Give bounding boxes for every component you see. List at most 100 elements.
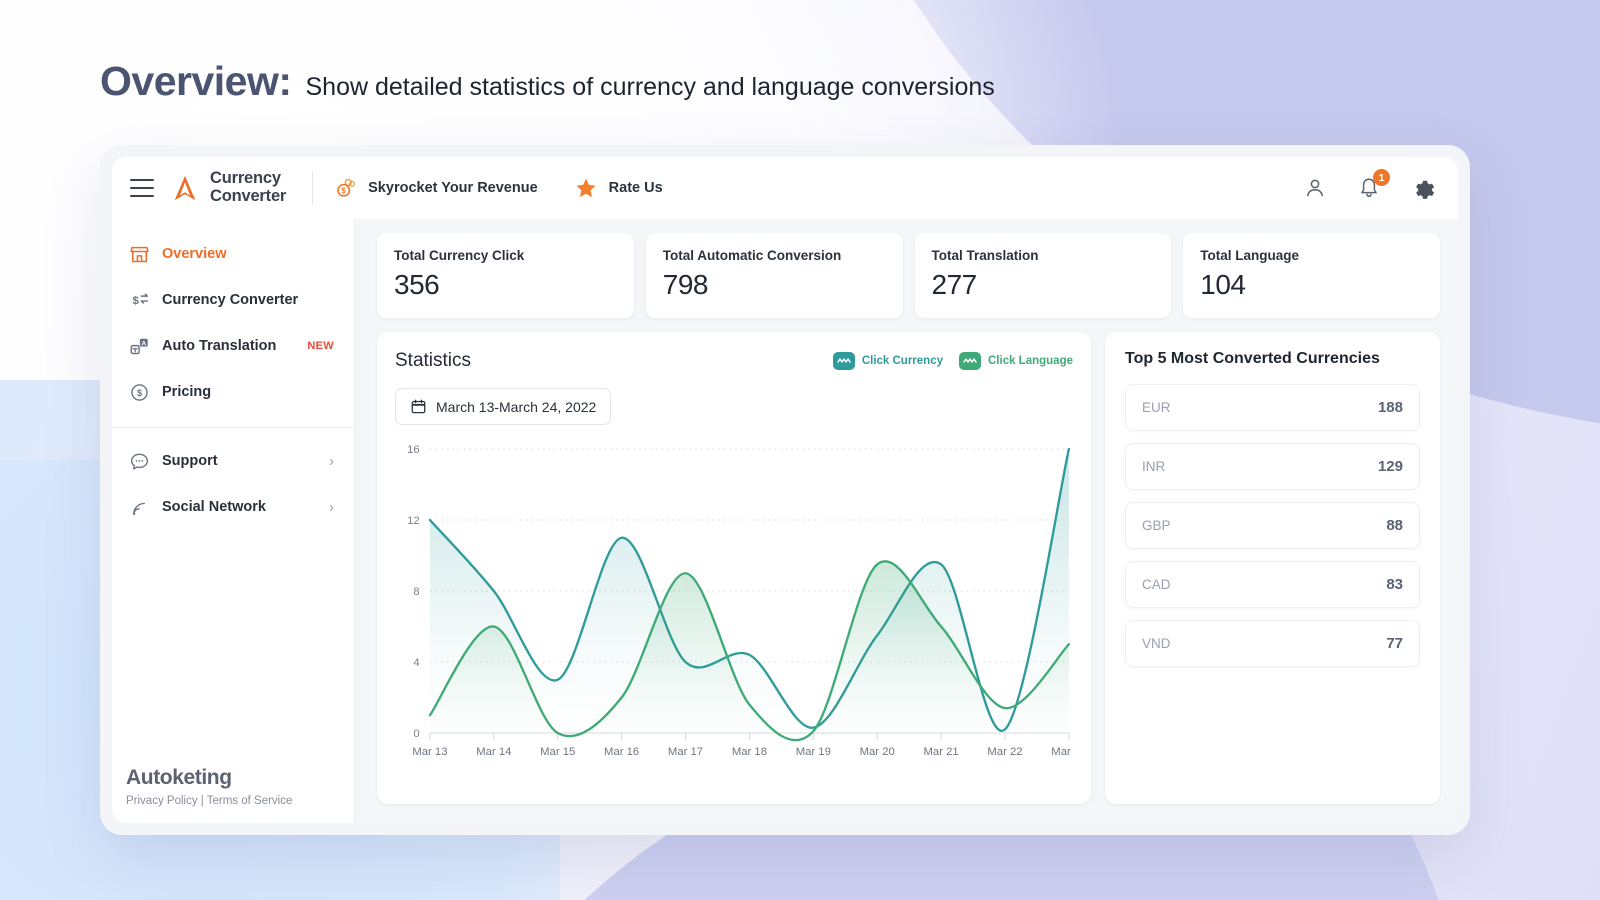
svg-text:$: $ (342, 187, 347, 196)
stat-card-total-language: Total Language 104 (1183, 233, 1440, 318)
currency-exchange-icon: $ (128, 289, 150, 311)
sidebar-item-overview[interactable]: Overview (112, 231, 354, 277)
stat-card-total-translation: Total Translation 277 (915, 233, 1172, 318)
panel-row: Statistics Click Currency (377, 332, 1440, 804)
hero-heading: Overview: Show detailed statistics of cu… (100, 58, 995, 105)
brand-logo[interactable]: Currency Converter (170, 170, 286, 206)
currency-row[interactable]: GBP88 (1125, 502, 1420, 549)
stat-label: Total Currency Click (394, 248, 617, 263)
legend-swatch-icon (833, 352, 855, 370)
main-content: Total Currency Click 356 Total Automatic… (355, 219, 1458, 823)
legend-item-click-language[interactable]: Click Language (959, 352, 1073, 370)
top5-title: Top 5 Most Converted Currencies (1125, 350, 1420, 368)
stat-value: 356 (394, 269, 617, 301)
app-topbar: Currency Converter $ Skyrocket Your Reve… (112, 157, 1458, 219)
svg-text:Mar 21: Mar 21 (924, 746, 959, 758)
statistics-panel-header: Statistics Click Currency (395, 350, 1073, 372)
brand-line-2: Converter (210, 188, 286, 206)
svg-text:A: A (141, 340, 146, 347)
stat-label: Total Translation (932, 248, 1155, 263)
hamburger-icon[interactable] (130, 179, 154, 197)
svg-text:12: 12 (407, 515, 420, 527)
currency-code: EUR (1142, 400, 1378, 415)
chevron-right-icon: › (329, 500, 334, 515)
app-body: Overview $ Currency Converter (112, 219, 1458, 823)
topbar-icon-group: 1 (1303, 176, 1436, 201)
currency-row[interactable]: VND77 (1125, 620, 1420, 667)
sidebar-footer: Autoketing Privacy Policy | Terms of Ser… (112, 766, 354, 823)
coins-icon: $ (335, 177, 357, 199)
top5-currencies-panel: Top 5 Most Converted Currencies EUR188 IN… (1105, 332, 1440, 804)
currency-row[interactable]: INR129 (1125, 443, 1420, 490)
sidebar-item-social-network[interactable]: Social Network › (112, 484, 354, 530)
sidebar-new-badge: NEW (307, 340, 334, 352)
svg-text:$: $ (132, 295, 139, 307)
stat-card-total-automatic-conversion: Total Automatic Conversion 798 (646, 233, 903, 318)
svg-text:0: 0 (413, 728, 419, 740)
rss-icon (128, 496, 150, 518)
svg-text:4: 4 (413, 657, 419, 669)
stat-label: Total Language (1200, 248, 1423, 263)
chevron-right-icon: › (329, 454, 334, 469)
stat-label: Total Automatic Conversion (663, 248, 886, 263)
currency-row[interactable]: EUR188 (1125, 384, 1420, 431)
notifications-button[interactable]: 1 (1357, 176, 1381, 200)
svg-text:Mar 18: Mar 18 (732, 746, 767, 758)
dollar-circle-icon: $ (128, 381, 150, 403)
currency-row[interactable]: CAD83 (1125, 561, 1420, 608)
logo-icon (170, 173, 200, 203)
svg-text:Mar 13: Mar 13 (412, 746, 447, 758)
calendar-icon (410, 398, 427, 415)
skyrocket-revenue-link[interactable]: $ Skyrocket Your Revenue (335, 177, 538, 199)
svg-text:Mar 22: Mar 22 (987, 746, 1022, 758)
currency-value: 188 (1378, 399, 1403, 416)
sidebar-item-pricing[interactable]: $ Pricing (112, 369, 354, 415)
sidebar-item-social-network-label: Social Network (162, 499, 317, 515)
currency-value: 77 (1386, 635, 1403, 652)
brand-line-1: Currency (210, 170, 286, 188)
chart-svg: 0481216Mar 13Mar 14Mar 15Mar 16Mar 17Mar… (395, 437, 1073, 767)
legend-label: Click Currency (862, 355, 943, 367)
svg-text:Mar 19: Mar 19 (796, 746, 831, 758)
sidebar-item-support[interactable]: Support › (112, 438, 354, 484)
user-icon (1303, 176, 1327, 200)
legend-label: Click Language (988, 355, 1073, 367)
page-title: Overview: (100, 58, 292, 105)
store-icon (128, 243, 150, 265)
svg-text:Mar 17: Mar 17 (668, 746, 703, 758)
currency-value: 129 (1378, 458, 1403, 475)
sidebar-item-auto-translation[interactable]: A Auto Translation NEW (112, 323, 354, 369)
footer-links[interactable]: Privacy Policy | Terms of Service (126, 795, 354, 807)
app-window: Currency Converter $ Skyrocket Your Reve… (112, 157, 1458, 823)
svg-text:Mar 15: Mar 15 (540, 746, 575, 758)
sidebar-item-auto-translation-label: Auto Translation (162, 338, 295, 354)
currency-value: 83 (1386, 576, 1403, 593)
app-window-shell: Currency Converter $ Skyrocket Your Reve… (100, 145, 1470, 835)
svg-text:Mar 16: Mar 16 (604, 746, 639, 758)
legend-item-click-currency[interactable]: Click Currency (833, 352, 943, 370)
translate-icon: A (128, 335, 150, 357)
rate-us-link[interactable]: Rate Us (574, 176, 663, 200)
svg-text:Mar 14: Mar 14 (476, 746, 511, 758)
chat-icon (128, 450, 150, 472)
notification-badge: 1 (1373, 169, 1390, 186)
brand-name: Currency Converter (210, 170, 286, 206)
settings-button[interactable] (1411, 176, 1436, 201)
statistics-chart: 0481216Mar 13Mar 14Mar 15Mar 16Mar 17Mar… (395, 437, 1073, 767)
currency-code: GBP (1142, 518, 1386, 533)
svg-text:Mar 20: Mar 20 (860, 746, 895, 758)
date-range-picker[interactable]: March 13-March 24, 2022 (395, 388, 611, 425)
stat-value: 277 (932, 269, 1155, 301)
svg-text:8: 8 (413, 586, 419, 598)
skyrocket-revenue-label: Skyrocket Your Revenue (368, 180, 538, 196)
topbar-divider (312, 171, 313, 205)
svg-text:Mar 23: Mar 23 (1051, 746, 1073, 758)
sidebar-spacer (112, 530, 354, 766)
page-subtitle: Show detailed statistics of currency and… (306, 73, 995, 102)
stat-card-row: Total Currency Click 356 Total Automatic… (377, 233, 1440, 318)
sidebar-item-currency-converter[interactable]: $ Currency Converter (112, 277, 354, 323)
currency-value: 88 (1386, 517, 1403, 534)
sidebar-item-overview-label: Overview (162, 246, 334, 262)
legend-swatch-icon (959, 352, 981, 370)
user-account-button[interactable] (1303, 176, 1327, 200)
